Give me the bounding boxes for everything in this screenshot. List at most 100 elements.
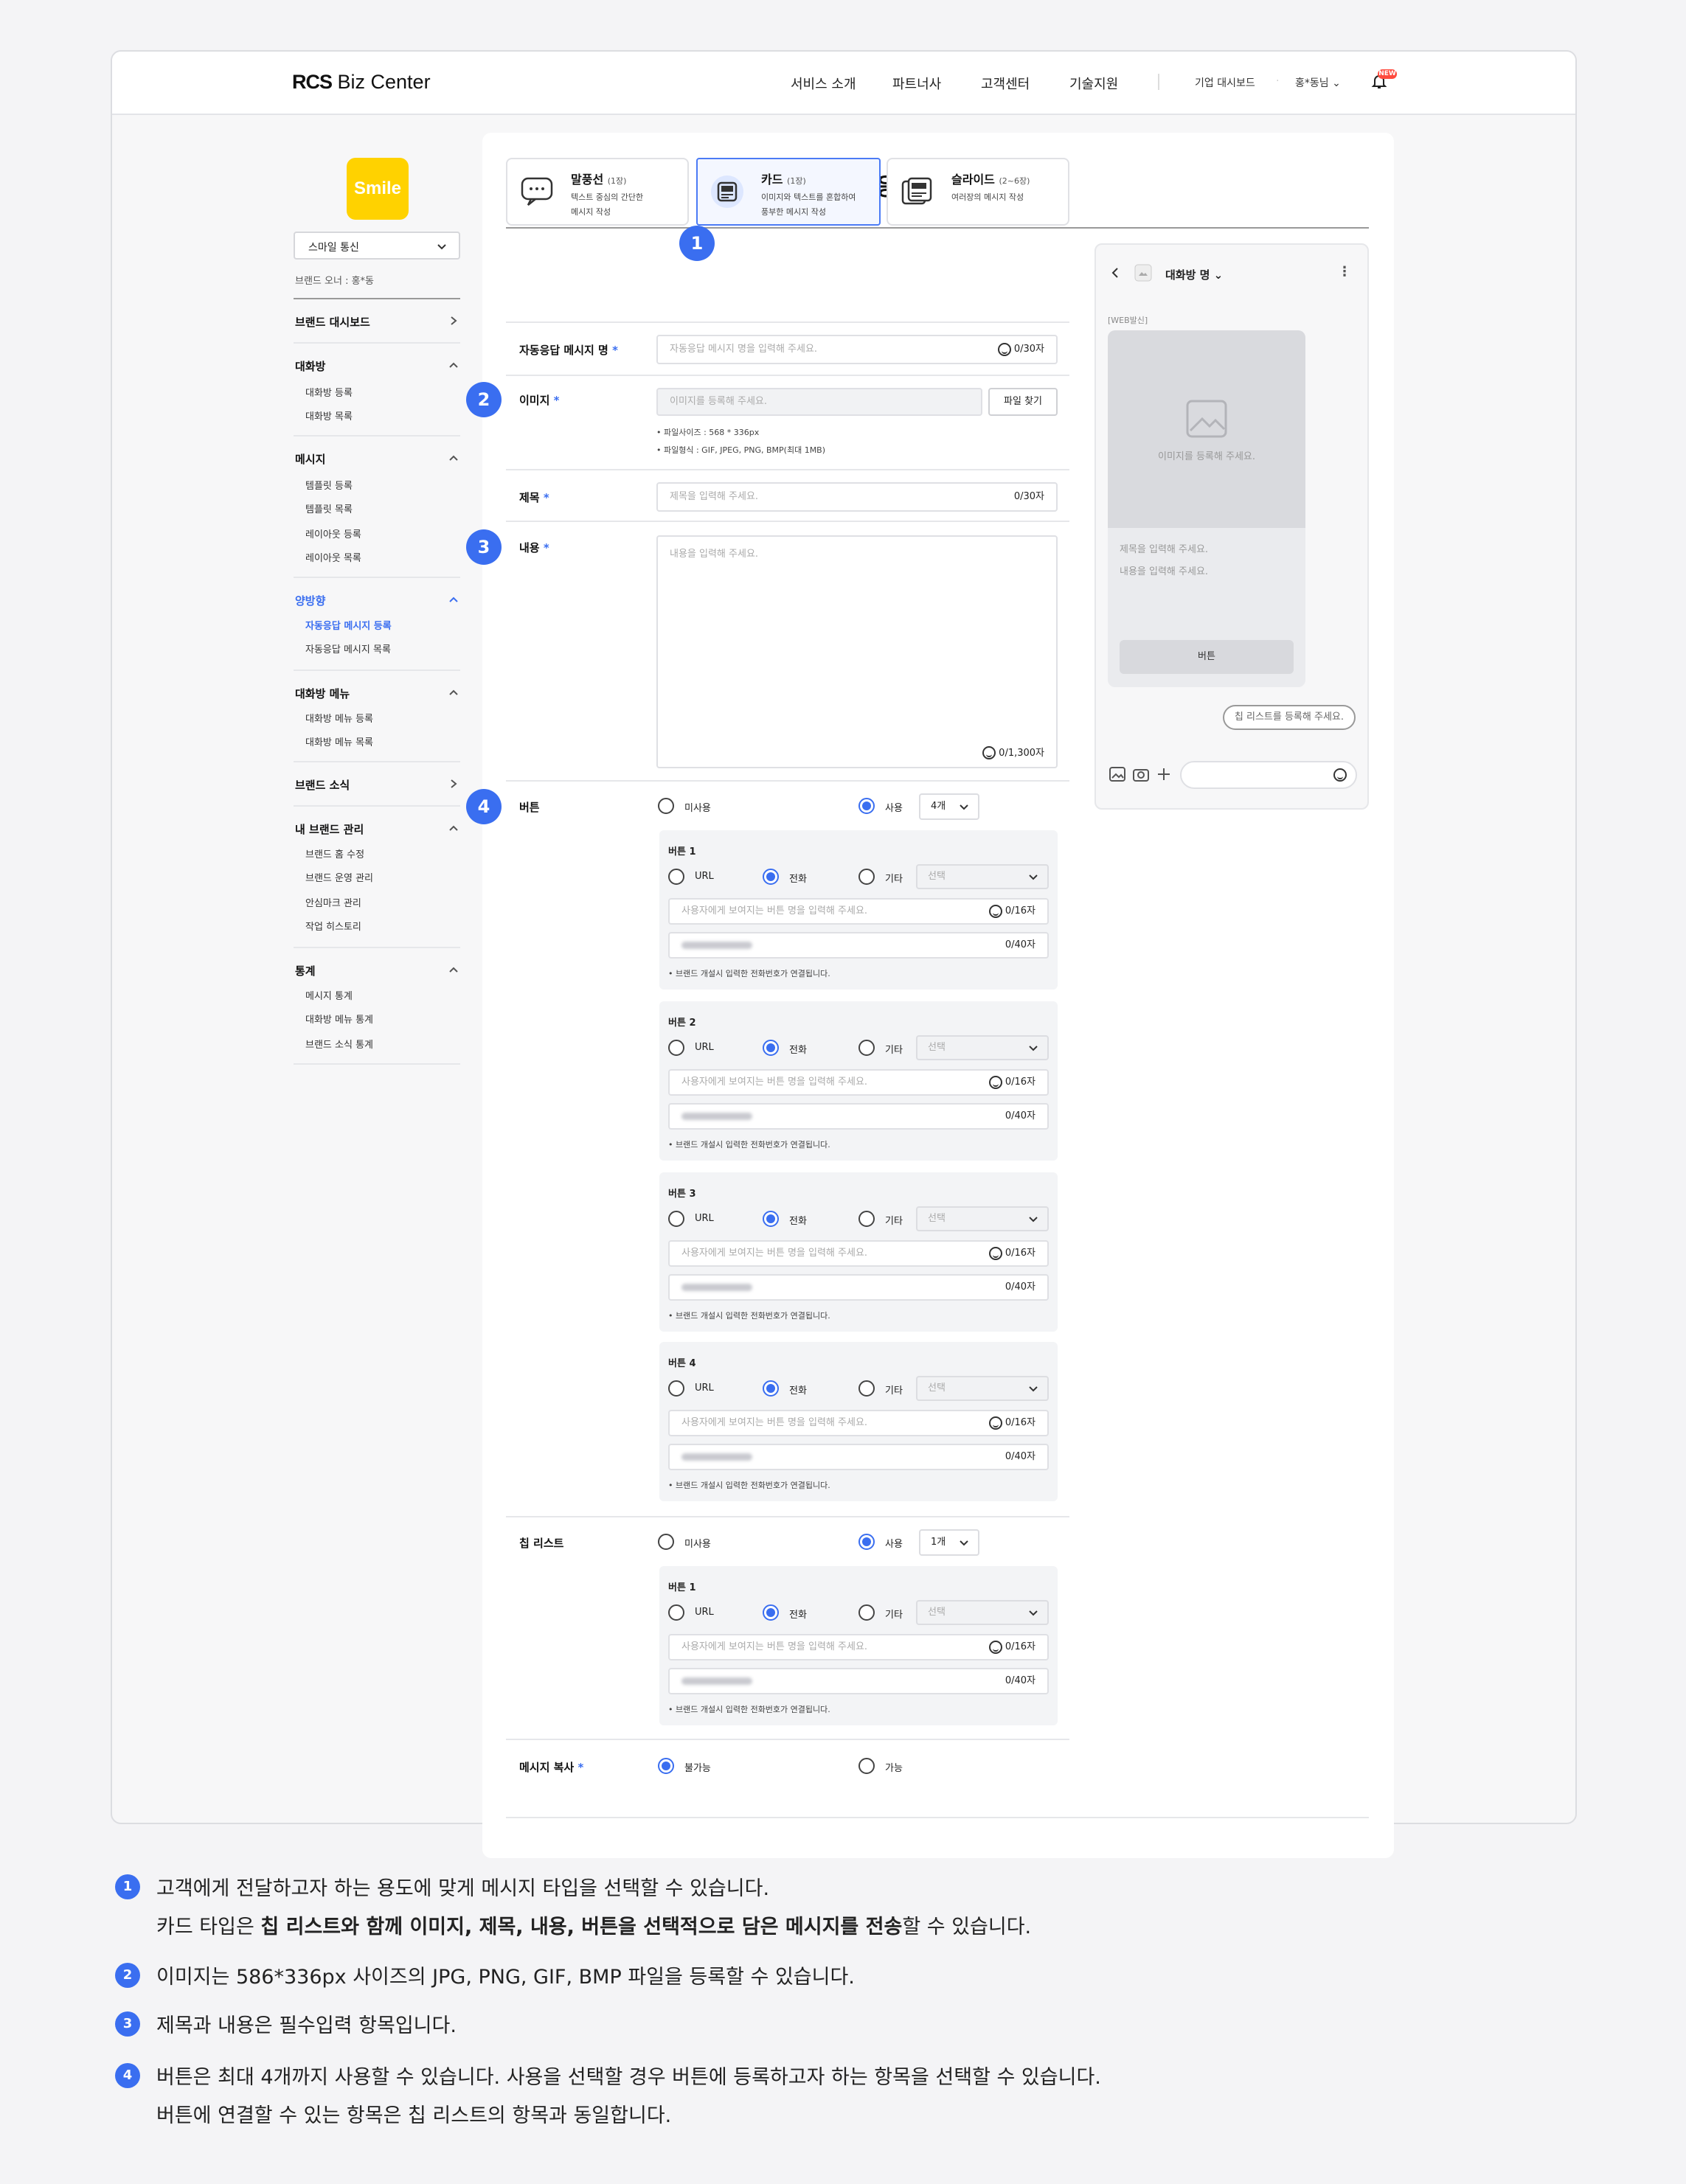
sidebar-group-chatroom[interactable]: 대화방 (295, 358, 325, 374)
emoji-icon[interactable] (988, 1075, 1002, 1089)
tab-speech-bubble[interactable]: 말풍선 (1장) 텍스트 중심의 간단한 메시지 작성 (506, 158, 689, 226)
tab-card[interactable]: 카드 (1장) 이미지와 텍스트를 혼합하여 풍부한 메시지 작성 (696, 158, 881, 226)
file-browse-button[interactable]: 파일 찾기 (988, 388, 1058, 416)
sidebar-item-autoreply-register[interactable]: 자동응답 메시지 등록 (305, 618, 392, 632)
nav-service-intro[interactable]: 서비스 소개 (791, 74, 856, 93)
preview-room-name[interactable]: 대화방 명 ⌄ (1165, 267, 1223, 282)
phone-radio[interactable] (763, 1604, 779, 1621)
sidebar-item-brand-home[interactable]: 브랜드 홈 수정 (305, 846, 364, 860)
emoji-icon[interactable] (1333, 768, 1347, 782)
title-input[interactable]: 제목을 입력해 주세요. 0/30자 (656, 482, 1058, 512)
blurred-phone (681, 1283, 752, 1291)
button-used-radio[interactable] (858, 798, 875, 814)
nav-partners[interactable]: 파트너사 (892, 74, 941, 93)
chevron-down-icon (960, 804, 968, 810)
back-arrow-icon[interactable] (1111, 267, 1120, 279)
emoji-icon[interactable] (988, 904, 1002, 918)
chip-used-radio[interactable] (858, 1534, 875, 1550)
sidebar-group-message[interactable]: 메시지 (295, 451, 325, 467)
url-radio[interactable] (668, 1380, 684, 1397)
etc-radio[interactable] (858, 1211, 875, 1227)
phone-number-input[interactable]: 0/40자 (668, 1274, 1049, 1301)
etc-select[interactable]: 선택 (916, 1376, 1049, 1401)
etc-radio[interactable] (858, 869, 875, 885)
etc-select[interactable]: 선택 (916, 864, 1049, 889)
etc-radio[interactable] (858, 1604, 875, 1621)
brand-select[interactable]: 스마일 통신 (294, 232, 460, 260)
chip-count-select[interactable]: 1개 (919, 1529, 979, 1556)
title-label: 제목 * (519, 491, 549, 504)
phone-radio[interactable] (763, 1040, 779, 1056)
phone-radio[interactable] (763, 1211, 779, 1227)
url-radio[interactable] (668, 869, 684, 885)
sidebar-item-layout-register[interactable]: 레이아웃 등록 (305, 526, 361, 540)
preview-button[interactable]: 버튼 (1120, 640, 1294, 674)
phone-number-input[interactable]: 0/40자 (668, 932, 1049, 959)
user-menu[interactable]: 홍*동님 ⌄ (1295, 75, 1341, 90)
sidebar-item-menu-list[interactable]: 대화방 메뉴 목록 (305, 734, 373, 748)
button-unused-radio[interactable] (658, 798, 674, 814)
camera-icon[interactable] (1133, 767, 1149, 782)
emoji-icon[interactable] (988, 1640, 1002, 1654)
sidebar-item-history[interactable]: 작업 히스토리 (305, 919, 361, 933)
nav-tech-support[interactable]: 기술지원 (1069, 74, 1118, 93)
etc-radio[interactable] (858, 1380, 875, 1397)
sidebar-group-twoway[interactable]: 양방향 (295, 593, 325, 608)
sidebar-item-news-stats[interactable]: 브랜드 소식 통계 (305, 1037, 373, 1051)
etc-select[interactable]: 선택 (916, 1206, 1049, 1231)
sidebar-item-layout-list[interactable]: 레이아웃 목록 (305, 550, 361, 564)
sidebar-item-chatroom-register[interactable]: 대화방 등록 (305, 385, 353, 399)
emoji-icon[interactable] (997, 342, 1011, 356)
url-radio[interactable] (668, 1604, 684, 1621)
sidebar-item-safe-mark[interactable]: 안심마크 관리 (305, 895, 361, 909)
phone-number-input[interactable]: 0/40자 (668, 1103, 1049, 1130)
sidebar-group-stats[interactable]: 통계 (295, 963, 316, 978)
url-radio[interactable] (668, 1211, 684, 1227)
more-vertical-icon[interactable]: ⋮ (1338, 264, 1351, 279)
copy-allow-radio[interactable] (858, 1758, 875, 1774)
sidebar-item-brand-news[interactable]: 브랜드 소식 (295, 777, 350, 793)
site-logo[interactable]: RCS Biz Center (292, 71, 431, 94)
sidebar-item-brand-dashboard[interactable]: 브랜드 대시보드 (295, 314, 370, 330)
sidebar-item-autoreply-list[interactable]: 자동응답 메시지 목록 (305, 641, 391, 655)
chat-input[interactable] (1180, 761, 1357, 789)
etc-select[interactable]: 선택 (916, 1035, 1049, 1060)
sidebar-group-my-brand[interactable]: 내 브랜드 관리 (295, 821, 364, 837)
tab-slide[interactable]: 슬라이드 (2~6장) 여러장의 메시지 작성 (887, 158, 1069, 226)
phone-number-input[interactable]: 0/40자 (668, 1668, 1049, 1694)
emoji-icon[interactable] (982, 746, 996, 759)
chip-unused-radio[interactable] (658, 1534, 674, 1550)
sidebar-item-message-stats[interactable]: 메시지 통계 (305, 988, 353, 1002)
emoji-icon[interactable] (988, 1246, 1002, 1260)
url-radio[interactable] (668, 1040, 684, 1056)
copy-disallow-radio[interactable] (658, 1758, 674, 1774)
button-name-input[interactable]: 사용자에게 보여지는 버튼 명을 입력해 주세요. 0/16자 (668, 1634, 1049, 1660)
button-name-input[interactable]: 사용자에게 보여지는 버튼 명을 입력해 주세요. 0/16자 (668, 1240, 1049, 1267)
sidebar-item-template-list[interactable]: 템플릿 목록 (305, 501, 353, 515)
corporate-dashboard-link[interactable]: 기업 대시보드 (1195, 75, 1255, 90)
image-file-input[interactable]: 이미지를 등록해 주세요. (656, 388, 982, 416)
sidebar-group-chatroom-menu[interactable]: 대화방 메뉴 (295, 686, 350, 701)
plus-icon[interactable] (1156, 767, 1171, 782)
preview-chip[interactable]: 칩 리스트를 등록해 주세요. (1222, 705, 1356, 730)
nav-customer-center[interactable]: 고객센터 (981, 74, 1030, 93)
sidebar-item-brand-ops[interactable]: 브랜드 운영 관리 (305, 870, 373, 884)
etc-radio[interactable] (858, 1040, 875, 1056)
sidebar-item-menu-stats[interactable]: 대화방 메뉴 통계 (305, 1012, 373, 1026)
button-count-select[interactable]: 4개 (919, 793, 979, 820)
button-name-input[interactable]: 사용자에게 보여지는 버튼 명을 입력해 주세요. 0/16자 (668, 1069, 1049, 1096)
content-textarea[interactable]: 내용을 입력해 주세요. 0/1,300자 (656, 535, 1058, 768)
emoji-icon[interactable] (988, 1416, 1002, 1430)
phone-radio[interactable] (763, 869, 779, 885)
sidebar-item-menu-register[interactable]: 대화방 메뉴 등록 (305, 711, 373, 725)
sidebar-divider (294, 1063, 460, 1065)
sidebar-item-template-register[interactable]: 템플릿 등록 (305, 478, 353, 492)
phone-radio[interactable] (763, 1380, 779, 1397)
sidebar-item-chatroom-list[interactable]: 대화방 목록 (305, 408, 353, 422)
gallery-icon[interactable] (1109, 767, 1125, 782)
etc-select[interactable]: 선택 (916, 1600, 1049, 1625)
button-name-input[interactable]: 사용자에게 보여지는 버튼 명을 입력해 주세요. 0/16자 (668, 898, 1049, 925)
message-name-input[interactable]: 자동응답 메시지 명을 입력해 주세요. 0/30자 (656, 335, 1058, 364)
button-name-input[interactable]: 사용자에게 보여지는 버튼 명을 입력해 주세요. 0/16자 (668, 1410, 1049, 1436)
phone-number-input[interactable]: 0/40자 (668, 1444, 1049, 1470)
